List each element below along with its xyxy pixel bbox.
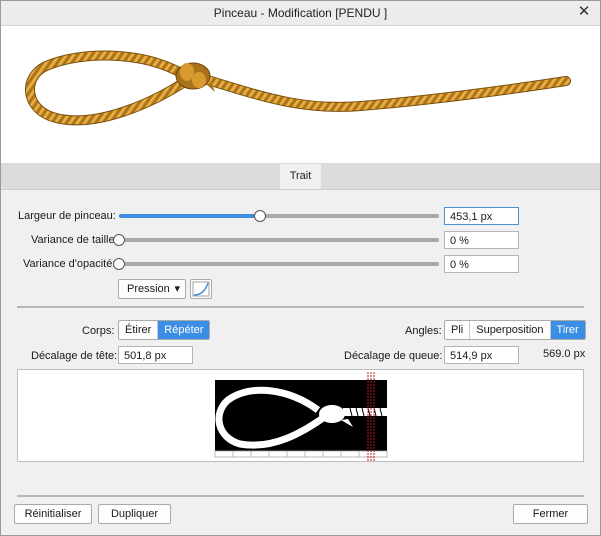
brush-width-field[interactable]: 453,1 px <box>444 207 519 225</box>
title-bar: Pinceau - Modification [PENDU ] ✕ <box>1 1 600 26</box>
brush-width-slider[interactable] <box>119 214 439 218</box>
duplicate-button[interactable]: Dupliquer <box>98 504 171 524</box>
brush-width-label: Largeur de pinceau: <box>18 210 116 222</box>
reset-button[interactable]: Réinitialiser <box>14 504 92 524</box>
tail-offset-field[interactable]: 514,9 px <box>444 346 519 364</box>
opacity-variance-slider[interactable] <box>119 262 439 266</box>
segment-editor[interactable] <box>17 369 584 462</box>
angles-option-fold[interactable]: Pli <box>445 321 471 339</box>
opacity-variance-field[interactable]: 0 % <box>444 255 519 273</box>
brush-width-slider-fill <box>119 214 260 218</box>
angles-option-overlap[interactable]: Superposition <box>470 321 551 339</box>
size-variance-slider-thumb[interactable] <box>113 234 125 246</box>
brush-width-slider-thumb[interactable] <box>253 210 266 222</box>
size-variance-label: Variance de taille: <box>31 234 118 246</box>
angles-mode-toggle: Pli Superposition Tirer <box>444 320 586 340</box>
body-label: Corps: <box>82 325 115 337</box>
opacity-variance-label: Variance d'opacité: <box>23 258 116 270</box>
close-icon[interactable]: ✕ <box>576 3 592 21</box>
section-divider <box>17 306 584 308</box>
pressure-dropdown[interactable]: Pression ▾ <box>118 279 186 299</box>
window-title: Pinceau - Modification [PENDU ] <box>213 6 388 20</box>
size-variance-field[interactable]: 0 % <box>444 231 519 249</box>
body-mode-toggle: Étirer Répéter <box>118 320 211 340</box>
pressure-curve-button[interactable] <box>190 279 212 299</box>
tab-trait[interactable]: Trait <box>280 164 321 189</box>
total-width-readout: 569.0 px <box>543 348 586 360</box>
rope-preview-image <box>25 50 571 126</box>
chevron-down-icon: ▾ <box>174 283 180 295</box>
segment-editor-canvas <box>214 372 388 461</box>
pressure-dropdown-label: Pression <box>127 283 170 295</box>
angles-option-pull[interactable]: Tirer <box>550 321 585 339</box>
pressure-curve-icon <box>192 281 210 297</box>
opacity-variance-slider-thumb[interactable] <box>113 258 125 270</box>
body-option-repeat[interactable]: Répéter <box>158 321 210 339</box>
body-option-stretch[interactable]: Étirer <box>119 321 159 339</box>
brush-preview <box>1 26 600 163</box>
brush-edit-dialog: Pinceau - Modification [PENDU ] ✕ Trait … <box>0 0 601 536</box>
footer-divider <box>17 495 584 497</box>
angles-label: Angles: <box>405 325 442 337</box>
head-offset-field[interactable]: 501,8 px <box>118 346 193 364</box>
size-variance-slider[interactable] <box>119 238 439 242</box>
head-offset-label: Décalage de tête: <box>31 350 118 362</box>
tab-strip: Trait <box>1 163 600 190</box>
close-button[interactable]: Fermer <box>513 504 588 524</box>
tail-offset-label: Décalage de queue: <box>344 350 443 362</box>
